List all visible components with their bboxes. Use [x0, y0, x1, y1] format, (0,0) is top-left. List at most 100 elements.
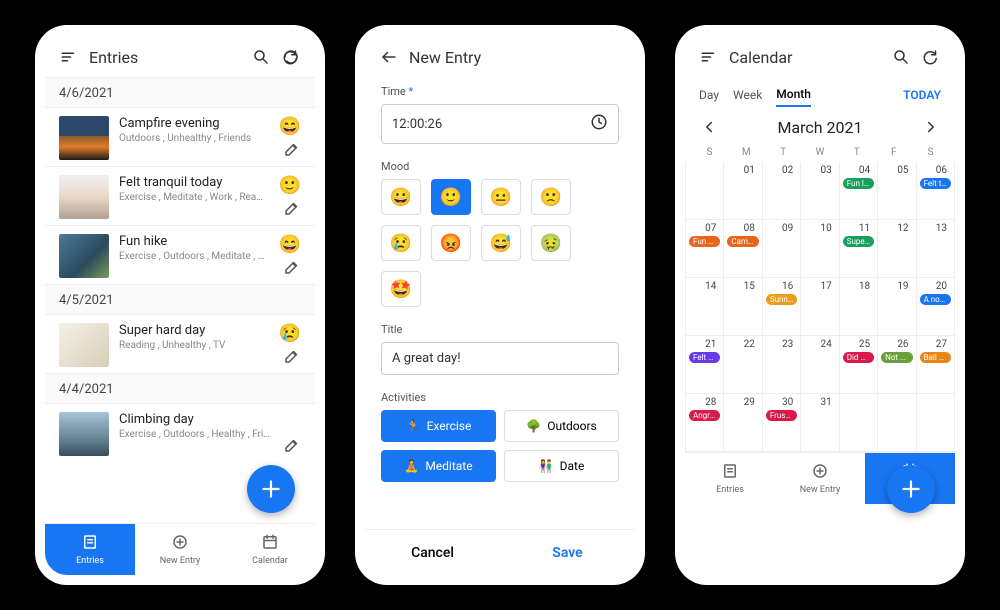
mood-option[interactable]: 😐: [481, 179, 521, 215]
mood-option[interactable]: 😡: [431, 225, 471, 261]
calendar-cell[interactable]: 17: [801, 278, 839, 336]
nav-entries[interactable]: Entries: [685, 453, 775, 504]
calendar-cell[interactable]: 14: [686, 278, 724, 336]
nav-calendar[interactable]: Calendar: [225, 524, 315, 575]
calendar-cell[interactable]: 08Campfire: [724, 220, 762, 278]
calendar-cell[interactable]: 22: [724, 336, 762, 394]
calendar-cell[interactable]: [878, 394, 916, 452]
mood-option[interactable]: 😀: [381, 179, 421, 215]
calendar-cell[interactable]: [686, 162, 724, 220]
calendar-event[interactable]: Frustratin: [766, 410, 797, 421]
calendar-cell[interactable]: 28Angry tod: [686, 394, 724, 452]
view-tab-week[interactable]: Week: [733, 84, 762, 106]
entry-title: Super hard day: [119, 323, 269, 338]
calendar-event[interactable]: Fun hike: [689, 236, 720, 247]
prev-month-icon[interactable]: [699, 117, 719, 137]
calendar-event[interactable]: Super ha: [843, 236, 874, 247]
calendar-cell[interactable]: 20A normal: [917, 278, 955, 336]
calendar-cell[interactable]: 07Fun hike: [686, 220, 724, 278]
calendar-cell[interactable]: [840, 394, 878, 452]
menu-icon[interactable]: [59, 47, 79, 67]
view-tab-month[interactable]: Month: [776, 83, 811, 107]
activity-option[interactable]: 👫Date: [504, 450, 619, 482]
entries-list: 4/6/2021Campfire eveningOutdoors , Unhea…: [45, 77, 315, 523]
entry-row[interactable]: Super hard dayReading , Unhealthy , TV😢: [45, 314, 315, 373]
calendar-cell[interactable]: 12: [878, 220, 916, 278]
calendar-cell[interactable]: 19: [878, 278, 916, 336]
calendar-cell[interactable]: 01: [724, 162, 762, 220]
calendar-cell[interactable]: 10: [801, 220, 839, 278]
cancel-button[interactable]: Cancel: [365, 530, 500, 575]
nav-new-entry[interactable]: New Entry: [135, 524, 225, 575]
calendar-cell[interactable]: 04Fun late n: [840, 162, 878, 220]
activity-option[interactable]: 🧘Meditate: [381, 450, 496, 482]
calendar-cell[interactable]: 09: [763, 220, 801, 278]
nav-entries[interactable]: Entries: [45, 524, 135, 575]
calendar-cell[interactable]: 13: [917, 220, 955, 278]
refresh-icon[interactable]: [281, 47, 301, 67]
calendar-event[interactable]: Not a gre: [881, 352, 912, 363]
today-button[interactable]: TODAY: [903, 88, 941, 102]
calendar-event[interactable]: Ball gam: [920, 352, 951, 363]
entry-tags: Reading , Unhealthy , TV: [119, 340, 269, 351]
calendar-cell[interactable]: 29: [724, 394, 762, 452]
time-input[interactable]: 12:00:26: [381, 104, 619, 144]
edit-icon[interactable]: [283, 436, 301, 458]
entry-row[interactable]: Felt tranquil todayExercise , Meditate ,…: [45, 166, 315, 225]
menu-icon[interactable]: [699, 47, 719, 67]
mood-option[interactable]: 🤩: [381, 271, 421, 307]
calendar-cell[interactable]: 31: [801, 394, 839, 452]
calendar-cell[interactable]: 27Ball gam: [917, 336, 955, 394]
view-tab-day[interactable]: Day: [699, 84, 719, 106]
entry-row[interactable]: Campfire eveningOutdoors , Unhealthy , F…: [45, 107, 315, 166]
calendar-cell[interactable]: 24: [801, 336, 839, 394]
save-button[interactable]: Save: [500, 530, 635, 575]
calendar-cell[interactable]: 11Super ha: [840, 220, 878, 278]
calendar-cell[interactable]: 02: [763, 162, 801, 220]
mood-option[interactable]: 🙂: [431, 179, 471, 215]
calendar-event[interactable]: A normal: [920, 294, 951, 305]
mood-option[interactable]: 😅: [481, 225, 521, 261]
nav-new-entry[interactable]: New Entry: [775, 453, 865, 504]
activity-option[interactable]: 🏃Exercise: [381, 410, 496, 442]
calendar-event[interactable]: Felt sick: [689, 352, 720, 363]
edit-icon[interactable]: [283, 199, 301, 221]
calendar-cell[interactable]: [917, 394, 955, 452]
calendar-cell[interactable]: 18: [840, 278, 878, 336]
next-month-icon[interactable]: [921, 117, 941, 137]
calendar-cell[interactable]: 25Did not s: [840, 336, 878, 394]
calendar-cell[interactable]: 30Frustratin: [763, 394, 801, 452]
fab-add[interactable]: [247, 465, 295, 513]
entry-row[interactable]: Fun hikeExercise , Outdoors , Meditate ,…: [45, 225, 315, 284]
edit-icon[interactable]: [283, 258, 301, 280]
calendar-cell[interactable]: 23: [763, 336, 801, 394]
calendar-event[interactable]: Did not s: [843, 352, 874, 363]
mood-option[interactable]: 🤢: [531, 225, 571, 261]
calendar-cell[interactable]: 05: [878, 162, 916, 220]
calendar-cell[interactable]: 15: [724, 278, 762, 336]
mood-option[interactable]: 😢: [381, 225, 421, 261]
calendar-event[interactable]: Fun late n: [843, 178, 874, 189]
calendar-event[interactable]: Campfire: [727, 236, 758, 247]
fab-add[interactable]: [887, 465, 935, 513]
calendar-cell[interactable]: 06Felt tranq: [917, 162, 955, 220]
mood-option[interactable]: 🙁: [531, 179, 571, 215]
edit-icon[interactable]: [283, 347, 301, 369]
search-icon[interactable]: [891, 47, 911, 67]
calendar-event[interactable]: Felt tranq: [920, 178, 951, 189]
edit-icon[interactable]: [283, 140, 301, 162]
calendar-cell[interactable]: 21Felt sick: [686, 336, 724, 394]
search-icon[interactable]: [251, 47, 271, 67]
calendar-event[interactable]: Sunny da: [766, 294, 797, 305]
calendar-event[interactable]: Angry tod: [689, 410, 720, 421]
entry-row[interactable]: Climbing dayExercise , Outdoors , Health…: [45, 403, 315, 462]
calendar-icon: [261, 533, 279, 554]
title-input[interactable]: A great day!: [381, 342, 619, 375]
refresh-icon[interactable]: [921, 47, 941, 67]
activity-option[interactable]: 🌳Outdoors: [504, 410, 619, 442]
calendar-cell[interactable]: 03: [801, 162, 839, 220]
back-icon[interactable]: [379, 47, 399, 67]
calendar-cell[interactable]: 16Sunny da: [763, 278, 801, 336]
calendar-cell[interactable]: 26Not a gre: [878, 336, 916, 394]
date-header: 4/6/2021: [45, 77, 315, 107]
